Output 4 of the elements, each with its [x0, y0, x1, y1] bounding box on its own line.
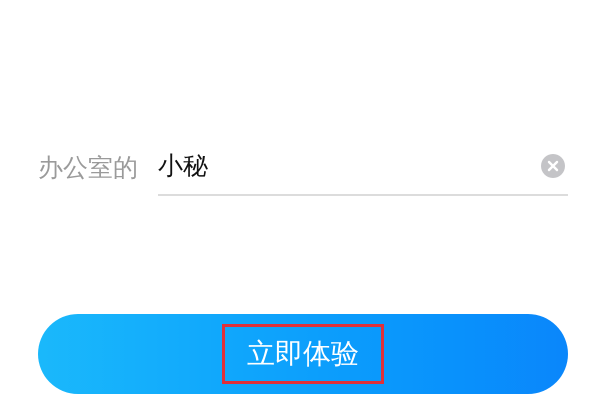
- clear-icon[interactable]: [540, 153, 566, 179]
- field-label: 办公室的: [38, 152, 139, 184]
- field-value: 小秘: [158, 150, 209, 182]
- input-field[interactable]: 小秘: [158, 146, 568, 196]
